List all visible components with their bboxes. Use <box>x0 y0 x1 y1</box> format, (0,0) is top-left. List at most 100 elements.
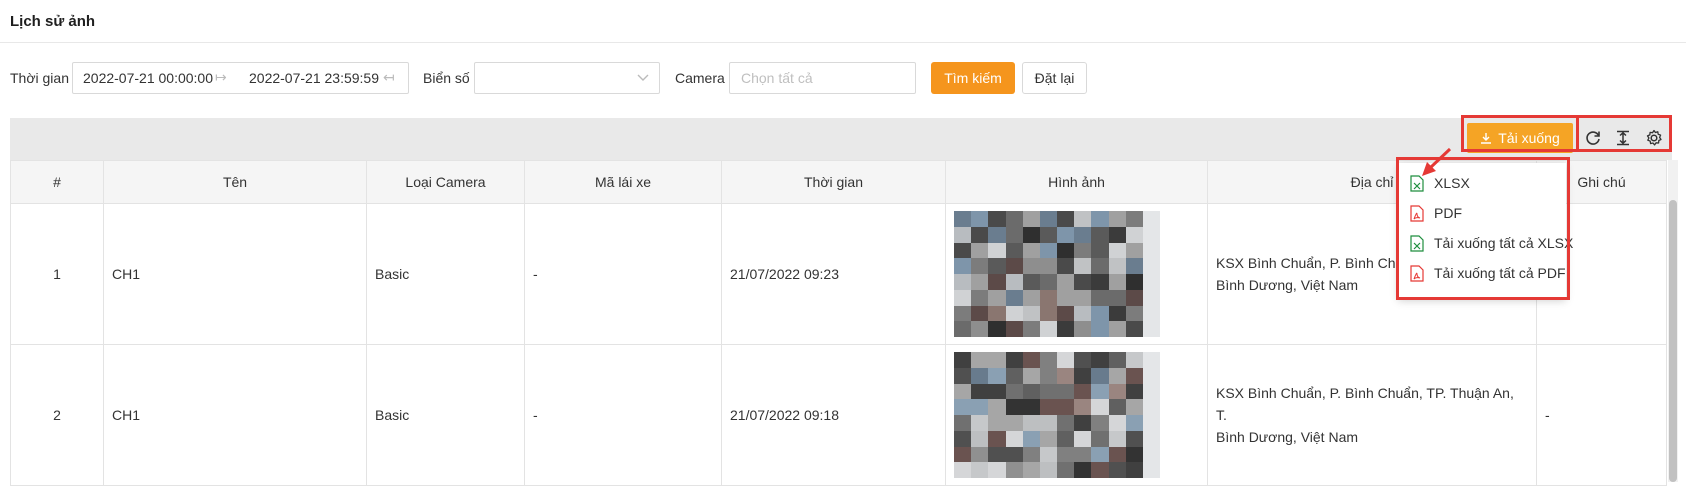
time-range-picker[interactable]: 2022-07-21 00:00:00 ↦ 2022-07-21 23:59:5… <box>72 62 409 94</box>
camera-thumbnail[interactable] <box>954 352 1160 478</box>
thumbnail-pixel <box>954 211 972 228</box>
thumbnail-pixel <box>1005 321 1024 337</box>
camera-thumbnail[interactable] <box>954 211 1160 337</box>
row-time: 21/07/2022 09:18 <box>721 344 946 486</box>
column-header[interactable]: Hình ảnh <box>945 160 1208 204</box>
thumbnail-pixel <box>971 211 989 228</box>
thumbnail-pixel <box>971 430 989 447</box>
thumbnail-pixel <box>1057 289 1075 306</box>
thumbnail-pixel <box>954 383 972 400</box>
thumbnail-pixel <box>1005 462 1024 478</box>
table-scrollbar[interactable] <box>1668 160 1678 482</box>
thumbnail-pixel <box>1091 305 1109 322</box>
scrollbar-thumb[interactable] <box>1669 200 1677 482</box>
thumbnail-pixel <box>954 258 972 275</box>
thumbnail-pixel <box>1022 226 1041 243</box>
thumbnail-pixel <box>1091 211 1109 228</box>
thumbnail-pixel <box>1039 289 1058 306</box>
range-arrow-icon: ↦ <box>215 69 227 85</box>
column-header[interactable]: Tên <box>103 160 367 204</box>
thumbnail-pixel <box>988 242 1006 259</box>
thumbnail-pixel <box>1005 367 1024 384</box>
thumbnail-pixel <box>1108 226 1127 243</box>
thumbnail-pixel <box>1005 430 1024 447</box>
thumbnail-pixel <box>1108 446 1127 463</box>
thumbnail-pixel <box>1022 352 1041 369</box>
row-number: 2 <box>10 344 104 486</box>
thumbnail-pixel <box>1039 274 1058 291</box>
search-button[interactable]: Tìm kiếm <box>931 62 1015 94</box>
thumbnail-pixel <box>971 399 989 416</box>
thumbnail-pixel <box>1108 462 1127 478</box>
thumbnail-pixel <box>971 367 989 384</box>
thumbnail-pixel <box>971 462 989 478</box>
thumbnail-pixel <box>1074 399 1092 416</box>
plate-select[interactable] <box>474 62 660 94</box>
download-button-highlight <box>1461 115 1579 152</box>
thumbnail-pixel <box>1057 430 1075 447</box>
thumbnail-pixel <box>1057 321 1075 337</box>
thumbnail-pixel <box>988 321 1006 337</box>
thumbnail-pixel <box>988 211 1006 228</box>
thumbnail-pixel <box>1039 321 1058 337</box>
chevron-down-icon <box>637 74 649 81</box>
address-line: KSX Bình Chuẩn, P. Bình Chuẩn, TP. Thuận… <box>1216 385 1514 423</box>
thumbnail-pixel <box>954 321 972 337</box>
thumbnail-pixel <box>1091 446 1109 463</box>
row-time: 21/07/2022 09:23 <box>721 203 946 345</box>
address-line: Bình Dương, Việt Nam <box>1216 429 1359 445</box>
thumbnail-pixel <box>1022 415 1041 432</box>
thumbnail-pixel <box>971 321 989 337</box>
column-header[interactable]: # <box>10 160 104 204</box>
thumbnail-pixel <box>1142 383 1160 400</box>
reset-button[interactable]: Đặt lại <box>1022 62 1087 94</box>
row-name: CH1 <box>103 203 367 345</box>
table-row[interactable]: 2 CH1 Basic - 21/07/2022 09:18 KSX Bình … <box>10 344 1667 486</box>
thumbnail-pixel <box>1142 289 1160 306</box>
thumbnail-pixel <box>1022 289 1041 306</box>
thumbnail-pixel <box>1142 211 1160 228</box>
thumbnail-pixel <box>1039 211 1058 228</box>
thumbnail-pixel <box>954 446 972 463</box>
thumbnail-pixel <box>1005 352 1024 369</box>
thumbnail-pixel <box>1057 305 1075 322</box>
thumbnail-pixel <box>971 242 989 259</box>
thumbnail-pixel <box>1108 242 1127 259</box>
thumbnail-pixel <box>1039 242 1058 259</box>
thumbnail-pixel <box>1091 462 1109 478</box>
thumbnail-pixel <box>988 274 1006 291</box>
thumbnail-pixel <box>971 352 989 369</box>
column-header[interactable]: Mã lái xe <box>524 160 722 204</box>
thumbnail-pixel <box>1074 352 1092 369</box>
column-header[interactable]: Loại Camera <box>366 160 525 204</box>
thumbnail-pixel <box>1057 352 1075 369</box>
thumbnail-pixel <box>1091 430 1109 447</box>
thumbnail-pixel <box>1022 321 1041 337</box>
thumbnail-pixel <box>1142 462 1160 478</box>
camera-select[interactable]: Chọn tất cả <box>729 62 916 94</box>
thumbnail-pixel <box>1074 383 1092 400</box>
thumbnail-pixel <box>1074 367 1092 384</box>
thumbnail-pixel <box>1005 274 1024 291</box>
thumbnail-pixel <box>1125 399 1144 416</box>
thumbnail-pixel <box>1125 226 1144 243</box>
thumbnail-pixel <box>1125 352 1144 369</box>
thumbnail-pixel <box>1039 352 1058 369</box>
thumbnail-pixel <box>1125 289 1144 306</box>
thumbnail-pixel <box>1125 430 1144 447</box>
thumbnail-pixel <box>1125 462 1144 478</box>
thumbnail-pixel <box>1142 352 1160 369</box>
row-driver-code: - <box>524 344 722 486</box>
row-camera-type: Basic <box>366 344 525 486</box>
row-camera-type: Basic <box>366 203 525 345</box>
row-image-cell <box>945 203 1208 345</box>
annotation-arrow-icon <box>1422 147 1452 176</box>
time-label: Thời gian <box>10 70 69 86</box>
column-header[interactable]: Thời gian <box>721 160 946 204</box>
thumbnail-pixel <box>1142 415 1160 432</box>
thumbnail-pixel <box>1022 242 1041 259</box>
time-end-value[interactable]: 2022-07-21 23:59:59 <box>249 70 379 86</box>
time-start-value[interactable]: 2022-07-21 00:00:00 <box>83 70 213 86</box>
thumbnail-pixel <box>988 367 1006 384</box>
thumbnail-pixel <box>1108 321 1127 337</box>
